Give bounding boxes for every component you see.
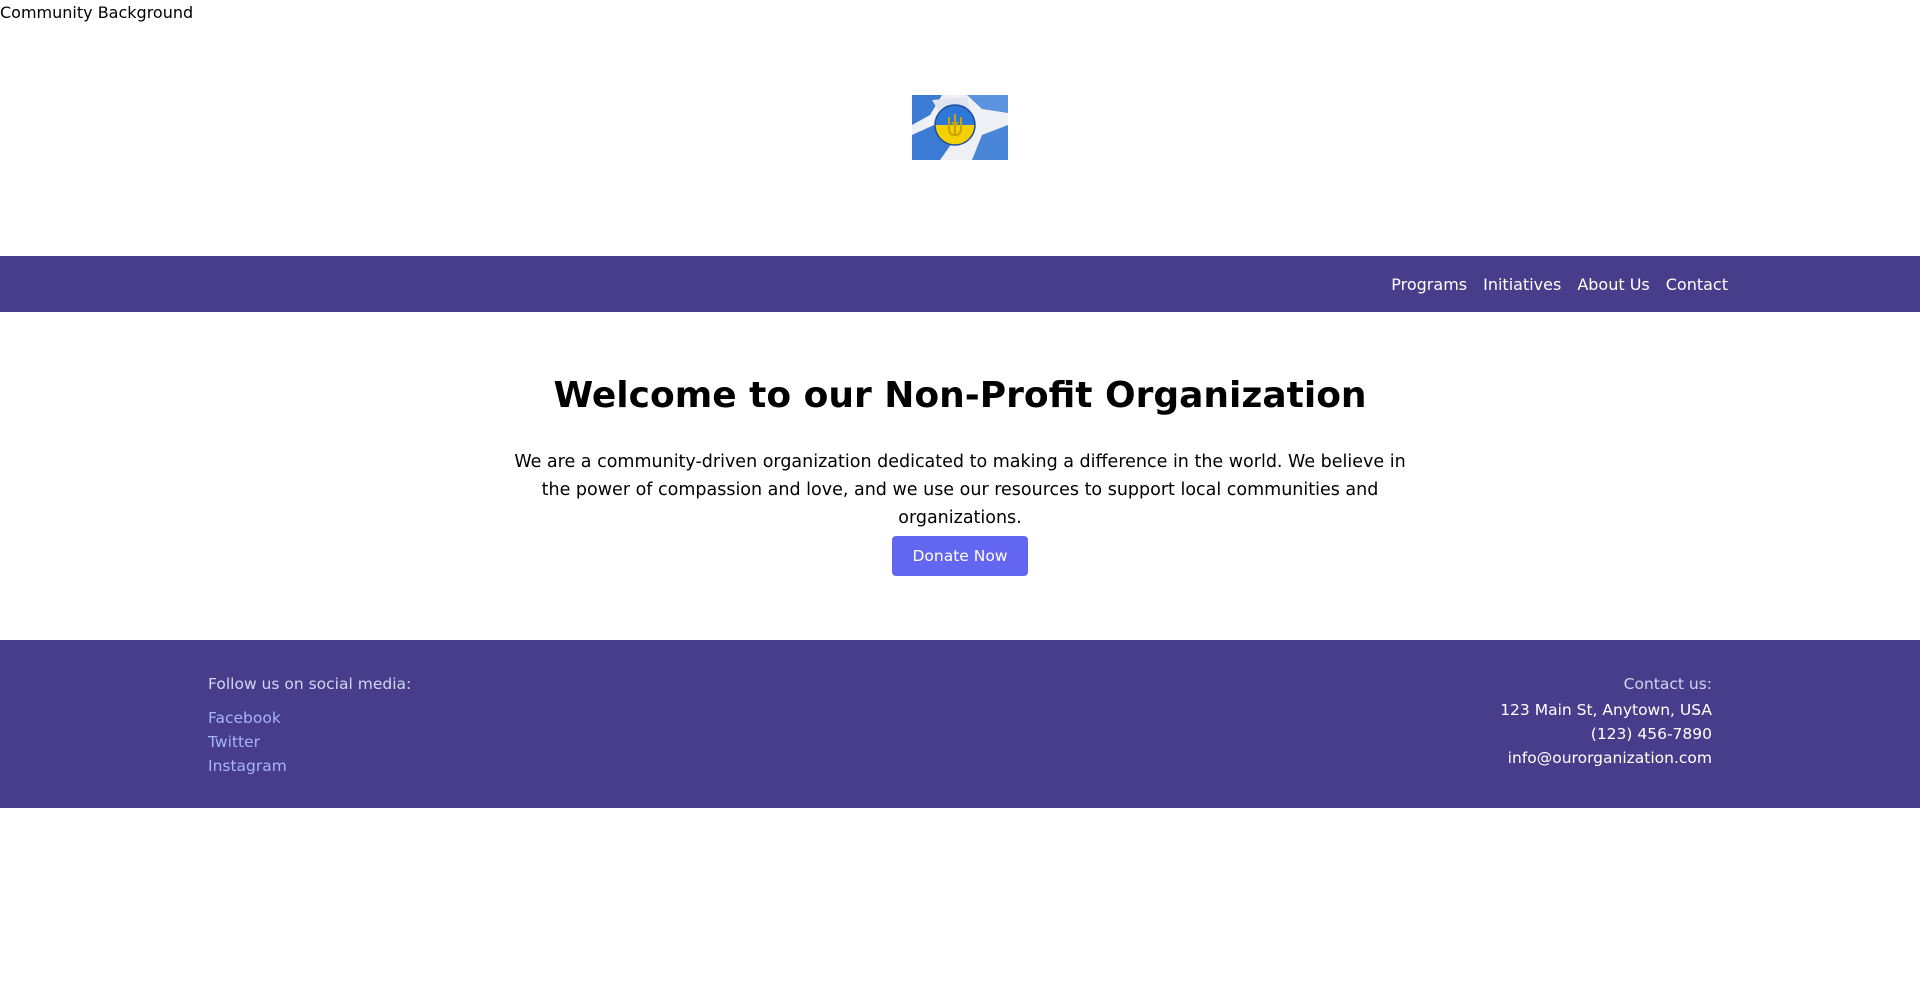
contact-phone: (123) 456-7890: [1590, 725, 1712, 743]
contact-section: Contact us: 123 Main St, Anytown, USA (1…: [1500, 674, 1712, 770]
logo: [912, 95, 1008, 160]
contact-address: 123 Main St, Anytown, USA: [1500, 701, 1712, 719]
background-image-alt-text: Community Background: [0, 3, 194, 22]
facebook-link[interactable]: Facebook: [208, 706, 411, 730]
hero-section: Welcome to our Non-Profit Organization W…: [0, 312, 1920, 640]
nav-item-initiatives[interactable]: Initiatives: [1483, 275, 1561, 294]
nav-item-programs[interactable]: Programs: [1391, 275, 1467, 294]
ukraine-trident-badge-icon: [912, 95, 1008, 160]
nav-item-contact[interactable]: Contact: [1666, 275, 1728, 294]
social-heading: Follow us on social media:: [208, 675, 412, 693]
contact-email: info@ourorganization.com: [1507, 749, 1712, 767]
nav-links: Programs Initiatives About Us Contact: [1391, 256, 1728, 312]
twitter-link[interactable]: Twitter: [208, 730, 411, 754]
social-media-section: Follow us on social media: Facebook Twit…: [208, 674, 411, 778]
contact-heading: Contact us:: [1623, 675, 1712, 693]
page-title: Welcome to our Non-Profit Organization: [553, 375, 1367, 416]
hero-description: We are a community-driven organization d…: [514, 452, 1406, 528]
donate-now-button[interactable]: Donate Now: [892, 536, 1028, 576]
nav-item-about-us[interactable]: About Us: [1577, 275, 1649, 294]
footer: Follow us on social media: Facebook Twit…: [0, 640, 1920, 808]
instagram-link[interactable]: Instagram: [208, 754, 411, 778]
main-navigation: Programs Initiatives About Us Contact: [0, 256, 1920, 312]
